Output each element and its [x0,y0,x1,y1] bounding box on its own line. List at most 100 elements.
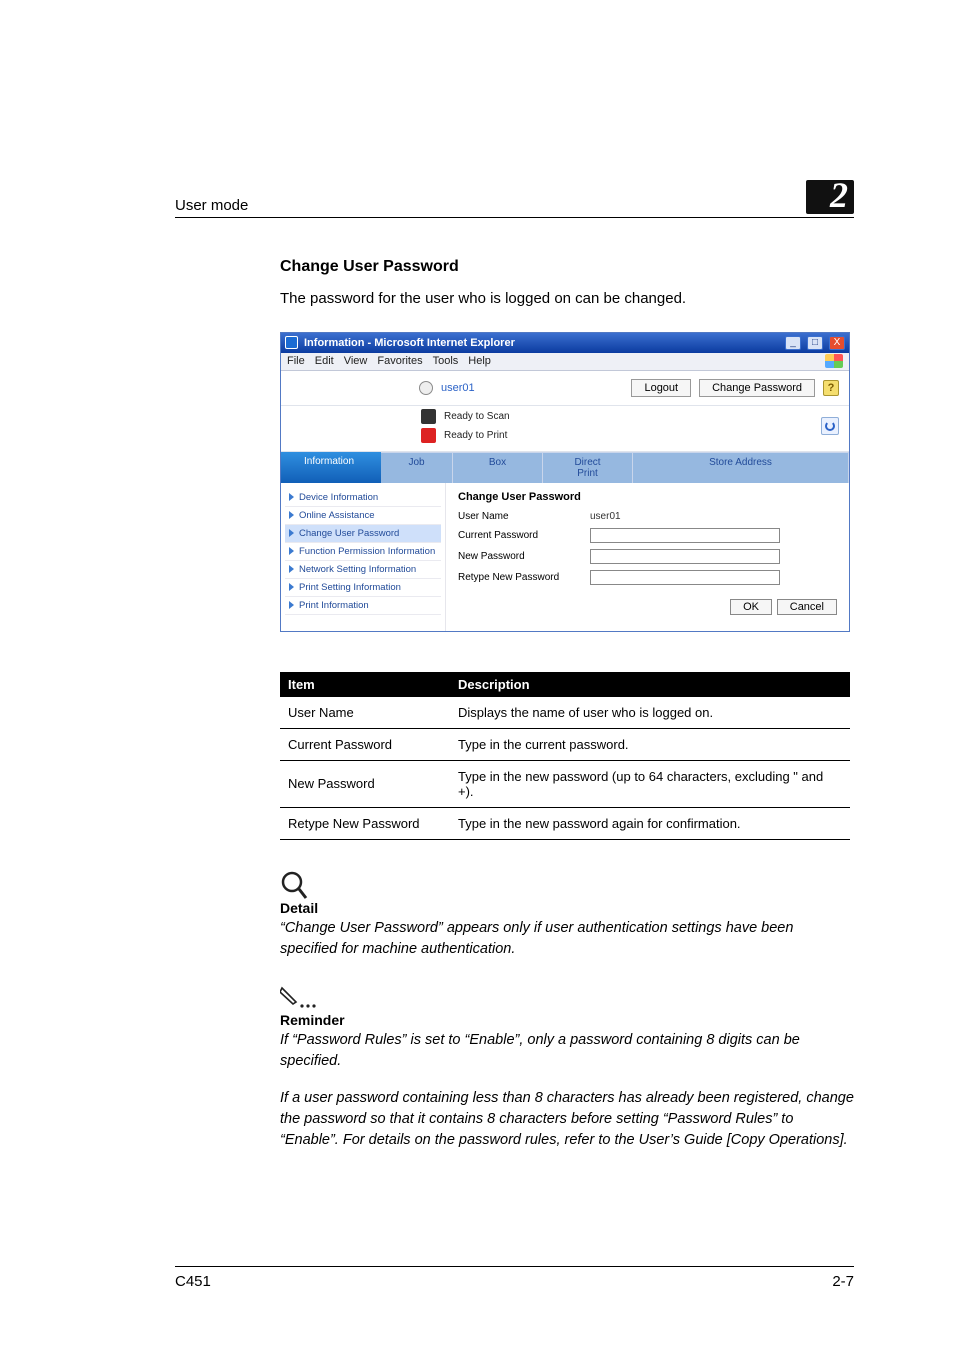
sidebar-item-network-setting[interactable]: Network Setting Information [285,561,441,579]
user-icon [419,381,433,395]
help-icon[interactable]: ? [823,380,839,396]
cancel-button[interactable]: Cancel [777,599,837,615]
sidebar-label: Function Permission Information [299,546,435,557]
menu-favorites[interactable]: Favorites [377,355,422,367]
change-password-top-button[interactable]: Change Password [699,379,815,397]
main-tabs: Information Job Box Direct Print Store A… [281,452,849,483]
tab-direct-print[interactable]: Direct Print [543,452,633,483]
tab-store-address[interactable]: Store Address [633,452,849,483]
menu-help[interactable]: Help [468,355,491,367]
current-password-input[interactable] [590,528,780,543]
th-description: Description [450,672,850,697]
table-header-row: Item Description [280,672,850,697]
menu-file[interactable]: File [287,355,305,367]
tab-box[interactable]: Box [453,452,543,483]
new-password-input[interactable] [590,549,780,564]
menu-view[interactable]: View [344,355,368,367]
reminder-body-1: If “Password Rules” is set to “Enable”, … [280,1030,854,1072]
triangle-icon [289,529,294,537]
sidebar-label: Device Information [299,492,378,503]
table-row: Retype New PasswordType in the new passw… [280,807,850,839]
sidebar-item-change-user-password[interactable]: Change User Password [285,525,441,543]
detail-note: Detail “Change User Password” appears on… [280,870,854,960]
sidebar-label: Print Setting Information [299,582,401,593]
section-description: The password for the user who is logged … [280,288,854,310]
triangle-icon [289,601,294,609]
triangle-icon [289,547,294,555]
sidebar-label: Print Information [299,600,369,611]
footer-model: C451 [175,1273,211,1290]
status-row: Ready to Scan Ready to Print [281,406,849,452]
table-row: New PasswordType in the new password (up… [280,760,850,807]
ie-icon [285,336,298,349]
user-name-label: User Name [458,511,578,522]
top-toolbar: user01 Logout Change Password ? [281,371,849,406]
sidebar-item-function-permission[interactable]: Function Permission Information [285,543,441,561]
status-print: Ready to Print [444,430,507,441]
content-panel: Change User Password User Name user01 Cur… [446,483,849,631]
maximize-button[interactable]: □ [807,336,823,350]
reminder-note: Reminder If “Password Rules” is set to “… [280,986,854,1151]
sidebar-item-print-setting[interactable]: Print Setting Information [285,579,441,597]
tab-job[interactable]: Job [381,452,453,483]
triangle-icon [289,493,294,501]
scanner-icon [421,409,436,424]
menu-tools[interactable]: Tools [433,355,459,367]
windows-logo-icon [825,354,843,368]
sidebar-label: Online Assistance [299,510,375,521]
detail-body: “Change User Password” appears only if u… [280,918,854,960]
refresh-icon[interactable] [821,417,839,435]
sidebar-label: Change User Password [299,528,399,539]
sidebar-item-device-info[interactable]: Device Information [285,489,441,507]
sidebar-item-online-assistance[interactable]: Online Assistance [285,507,441,525]
browser-window: Information - Microsoft Internet Explore… [280,332,850,632]
form-title: Change User Password [458,491,837,503]
printer-icon [421,428,436,443]
table-row: User NameDisplays the name of user who i… [280,697,850,729]
reminder-body-2: If a user password containing less than … [280,1088,854,1151]
window-title: Information - Microsoft Internet Explore… [304,337,779,349]
cell-desc: Type in the new password again for confi… [450,807,850,839]
cell-desc: Type in the new password (up to 64 chara… [450,760,850,807]
chapter-number: 2 [830,175,848,215]
chapter-badge: 2 [806,180,854,214]
header-section-name: User mode [175,197,248,214]
page-footer: C451 2-7 [175,1266,854,1290]
titlebar: Information - Microsoft Internet Explore… [281,333,849,353]
sidebar: Device Information Online Assistance Cha… [281,483,446,631]
triangle-icon [289,511,294,519]
cell-desc: Type in the current password. [450,728,850,760]
th-item: Item [280,672,450,697]
sidebar-item-print-information[interactable]: Print Information [285,597,441,615]
minimize-button[interactable]: _ [785,336,801,350]
close-button[interactable]: X [829,336,845,350]
status-scan: Ready to Scan [444,411,510,422]
main-area: Device Information Online Assistance Cha… [281,483,849,631]
cell-item: Retype New Password [280,807,450,839]
new-password-label: New Password [458,551,578,562]
page-header: User mode 2 [175,180,854,218]
current-password-label: Current Password [458,530,578,541]
triangle-icon [289,583,294,591]
cell-item: New Password [280,760,450,807]
user-name-label: user01 [441,382,475,394]
triangle-icon [289,565,294,573]
detail-title: Detail [280,900,854,916]
user-name-value: user01 [590,511,621,522]
tab-information[interactable]: Information [281,452,381,483]
retype-password-input[interactable] [590,570,780,585]
retype-password-label: Retype New Password [458,572,578,583]
table-row: Current PasswordType in the current pass… [280,728,850,760]
menu-edit[interactable]: Edit [315,355,334,367]
cell-item: User Name [280,697,450,729]
reminder-title: Reminder [280,1012,854,1028]
sidebar-label: Network Setting Information [299,564,416,575]
logout-button[interactable]: Logout [631,379,691,397]
menu-bar: File Edit View Favorites Tools Help [281,353,849,371]
description-table: Item Description User NameDisplays the n… [280,672,850,840]
magnifier-icon [280,870,308,900]
section-title: Change User Password [280,258,854,276]
ok-button[interactable]: OK [730,599,772,615]
cell-item: Current Password [280,728,450,760]
pen-dots-icon [280,986,320,1012]
